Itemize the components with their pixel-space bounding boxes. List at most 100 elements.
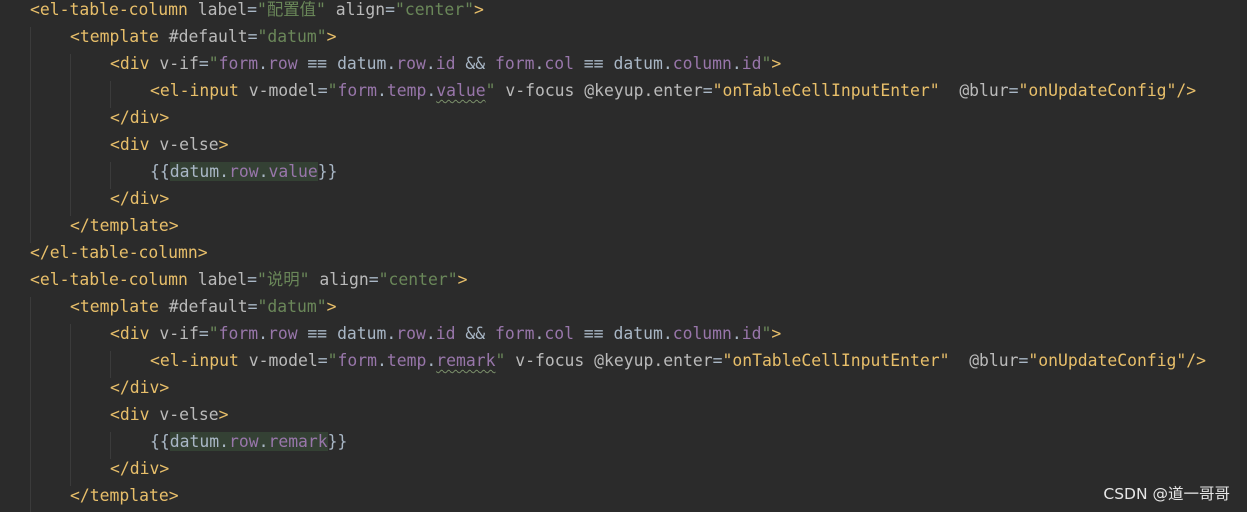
handler-value: "onUpdateConfig"	[1018, 81, 1177, 100]
attr-value: "配置值"	[257, 0, 326, 19]
attr-name: v-model	[248, 81, 318, 100]
js-identifier: datum	[337, 324, 387, 343]
tag-name: div	[129, 378, 160, 397]
tag-name: template	[89, 486, 169, 505]
code-line[interactable]: </div>	[110, 455, 169, 482]
indent-guide	[30, 27, 31, 243]
code-line[interactable]: <el-table-column label="配置值" align="cent…	[30, 0, 484, 23]
indent-guide	[30, 297, 31, 512]
attr-name: #default	[168, 27, 248, 46]
tag-name: div	[119, 405, 150, 424]
attr-name: label	[197, 270, 248, 289]
js-property: col	[544, 54, 574, 73]
attr-name: v-if	[159, 54, 199, 73]
indent-guide	[70, 324, 71, 486]
js-property: temp	[386, 81, 427, 100]
js-identifier: datum	[613, 324, 663, 343]
code-line[interactable]: </div>	[110, 185, 169, 212]
attr-value: "datum"	[257, 27, 327, 46]
js-property: remark	[436, 351, 496, 370]
code-line[interactable]: <template #default="datum">	[70, 23, 336, 50]
js-property: col	[544, 324, 574, 343]
code-line[interactable]: <div v-if="form.row ≡≡ datum.row.id && f…	[110, 50, 781, 77]
js-property: row	[228, 432, 259, 451]
tag-name: el-table-column	[39, 270, 188, 289]
watermark: CSDN @道一哥哥	[1103, 485, 1230, 503]
js-property: row	[267, 54, 298, 73]
tag-name: div	[119, 135, 150, 154]
tag-name: div	[119, 54, 150, 73]
tag-name: div	[129, 189, 160, 208]
js-property: column	[672, 324, 732, 343]
js-property: id	[741, 324, 762, 343]
code-line[interactable]: </div>	[110, 374, 169, 401]
code-line[interactable]: <el-input v-model="form.temp.value" v-fo…	[150, 77, 1196, 104]
handler-value: "onTableCellInputEnter"	[712, 81, 940, 100]
handler-value: "onTableCellInputEnter"	[722, 351, 950, 370]
js-property: row	[228, 162, 259, 181]
code-line[interactable]: <el-table-column label="说明" align="cente…	[30, 266, 467, 293]
event-name: @blur	[969, 351, 1019, 370]
attr-value: "说明"	[257, 270, 310, 289]
indent-guide	[70, 54, 71, 216]
directive: v-focus	[515, 351, 585, 370]
tag-name: div	[119, 324, 150, 343]
code-line[interactable]: </template>	[70, 482, 179, 509]
js-property: value	[268, 162, 318, 181]
tag-name: el-table-column	[49, 243, 198, 262]
js-identifier: form	[495, 324, 535, 343]
code-line[interactable]: <template #default="datum">	[70, 293, 336, 320]
tag-name: template	[79, 297, 159, 316]
js-property: id	[435, 54, 456, 73]
attr-value: "center"	[395, 0, 474, 19]
directive: v-focus	[505, 81, 575, 100]
code-line[interactable]: </div>	[110, 104, 169, 131]
js-property: column	[672, 54, 732, 73]
code-line[interactable]: </el-table-column>	[30, 239, 208, 266]
js-property: id	[741, 54, 762, 73]
attr-name: #default	[168, 297, 248, 316]
js-identifier: datum	[337, 54, 387, 73]
code-line[interactable]: <div v-else>	[110, 131, 228, 158]
code-line[interactable]: <el-input v-model="form.temp.remark" v-f…	[150, 347, 1206, 374]
tag-name: template	[89, 216, 169, 235]
attr-name: align	[319, 270, 369, 289]
code-line[interactable]: {{datum.row.remark}}	[150, 428, 347, 455]
js-property: temp	[386, 351, 427, 370]
js-identifier: datum	[169, 432, 220, 451]
directive: v-else	[159, 135, 219, 154]
js-identifier: form	[218, 324, 259, 343]
code-line[interactable]: </template>	[70, 212, 179, 239]
js-identifier: form	[337, 81, 378, 100]
js-property: row	[267, 324, 298, 343]
event-name: @blur	[959, 81, 1009, 100]
js-property: row	[396, 324, 426, 343]
attr-name: label	[197, 0, 248, 19]
tag-name: el-table-column	[39, 0, 188, 19]
js-property: row	[396, 54, 426, 73]
attr-name: align	[335, 0, 386, 19]
tag-name: div	[129, 108, 160, 127]
js-identifier: form	[337, 351, 378, 370]
code-editor[interactable]: <el-table-column label="配置值" align="cent…	[0, 0, 1247, 512]
attr-name: v-model	[248, 351, 318, 370]
code-line[interactable]: <div v-else>	[110, 401, 228, 428]
directive: v-else	[159, 405, 219, 424]
tag-name: el-input	[159, 351, 239, 370]
event-name: @keyup.enter	[594, 351, 713, 370]
tag-name: template	[79, 27, 159, 46]
code-line[interactable]: {{datum.row.value}}	[150, 158, 338, 185]
code-line[interactable]: <div v-if="form.row ≡≡ datum.row.id && f…	[110, 320, 781, 347]
js-identifier: form	[218, 54, 259, 73]
js-property: value	[436, 81, 486, 100]
tag-name: div	[129, 459, 160, 478]
js-property: remark	[268, 432, 328, 451]
event-name: @keyup.enter	[584, 81, 703, 100]
handler-value: "onUpdateConfig"	[1028, 351, 1187, 370]
js-property: id	[435, 324, 456, 343]
tag-name: el-input	[159, 81, 239, 100]
js-identifier: form	[495, 54, 535, 73]
js-identifier: datum	[613, 54, 663, 73]
js-identifier: datum	[169, 162, 220, 181]
attr-value: "center"	[378, 270, 458, 289]
